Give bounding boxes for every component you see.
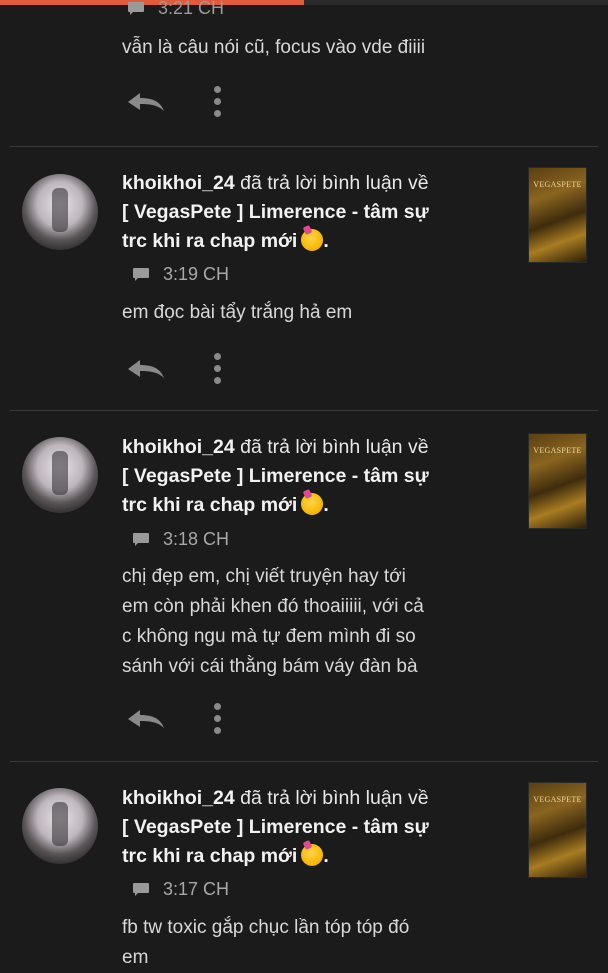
timestamp-row: 3:19 CH (133, 264, 229, 285)
reply-icon[interactable] (126, 708, 166, 730)
action-text: đã trả lời bình luận về (240, 787, 429, 809)
timestamp: 3:19 CH (163, 264, 230, 284)
comment-text: em đọc bài tẩy trắng hả em (122, 298, 522, 328)
comment-actions (126, 86, 222, 117)
username[interactable]: khoikhoi_24 (122, 436, 235, 458)
timestamp: 3:18 CH (163, 529, 230, 549)
notification-headline[interactable]: khoikhoi_24 đã trả lời bình luận về [ Ve… (122, 433, 502, 520)
username[interactable]: khoikhoi_24 (122, 172, 235, 194)
notification-item[interactable]: khoikhoi_24 đã trả lời bình luận về [ Ve… (0, 147, 608, 410)
timestamp: 3:17 CH (163, 879, 230, 899)
story-title[interactable]: [ VegasPete ] Limerence - tâm sự (122, 816, 429, 838)
story-cover-thumbnail[interactable]: VEGASPETE (528, 433, 587, 529)
story-cover-thumbnail[interactable]: VEGASPETE (528, 167, 587, 263)
comment-actions (126, 353, 222, 384)
story-title[interactable]: [ VegasPete ] Limerence - tâm sự (122, 465, 429, 487)
story-cover-thumbnail[interactable]: VEGASPETE (528, 782, 587, 878)
comment-line: em (122, 947, 149, 968)
party-face-emoji (301, 229, 324, 251)
comment-line: c không ngu mà tự đem mình đi so (122, 626, 416, 647)
timestamp: 3:21 CH (158, 0, 225, 18)
story-title-cont[interactable]: trc khi ra chap mới (122, 845, 297, 867)
reply-icon[interactable] (126, 358, 166, 380)
timestamp-row: 3:17 CH (133, 879, 229, 900)
notification-headline[interactable]: khoikhoi_24 đã trả lời bình luận về [ Ve… (122, 169, 502, 256)
comment-text: vẫn là câu nói cũ, focus vào vde điiii (122, 37, 426, 58)
comment-icon (133, 533, 149, 546)
comment-line: em còn phải khen đó thoaiiiii, với cả (122, 596, 424, 617)
reply-icon[interactable] (126, 91, 166, 113)
avatar[interactable] (22, 437, 98, 513)
party-face-emoji (301, 493, 324, 515)
avatar[interactable] (22, 174, 98, 250)
notification-item[interactable]: khoikhoi_24 đã trả lời bình luận về [ Ve… (0, 762, 608, 968)
comment-text: chị đẹp em, chị viết truyện hay tới em c… (122, 562, 522, 682)
comment-icon (128, 2, 144, 15)
timestamp-row: 3:21 CH (128, 0, 224, 19)
comment-icon (133, 268, 149, 281)
username[interactable]: khoikhoi_24 (122, 787, 235, 809)
comment-line: em đọc bài tẩy trắng hả em (122, 302, 353, 323)
comment-line: fb tw toxic gắp chục lần tóp tóp đó (122, 917, 410, 938)
action-text: đã trả lời bình luận về (240, 436, 429, 458)
comment-text: fb tw toxic gắp chục lần tóp tóp đó em (122, 913, 522, 973)
notification-item[interactable]: khoikhoi_24 đã trả lời bình luận về [ Ve… (0, 411, 608, 761)
notification-partial: 3:21 CH vẫn là câu nói cũ, focus vào vde… (0, 0, 608, 145)
comment-actions (126, 703, 222, 734)
more-options-icon[interactable] (212, 703, 222, 734)
avatar[interactable] (22, 788, 98, 864)
comment-icon (133, 883, 149, 896)
comment-line: sánh với cái thằng bám váy đàn bà (122, 656, 418, 677)
party-face-emoji (301, 844, 324, 866)
notification-headline[interactable]: khoikhoi_24 đã trả lời bình luận về [ Ve… (122, 784, 502, 871)
dot: . (323, 230, 329, 252)
comment-line: chị đẹp em, chị viết truyện hay tới (122, 566, 406, 587)
dot: . (323, 845, 329, 867)
story-title-cont[interactable]: trc khi ra chap mới (122, 494, 297, 516)
more-options-icon[interactable] (212, 353, 222, 384)
story-title-cont[interactable]: trc khi ra chap mới (122, 230, 297, 252)
cover-title: VEGASPETE (533, 795, 582, 804)
action-text: đã trả lời bình luận về (240, 172, 429, 194)
timestamp-row: 3:18 CH (133, 529, 229, 550)
more-options-icon[interactable] (212, 86, 222, 117)
dot: . (323, 494, 329, 516)
story-title[interactable]: [ VegasPete ] Limerence - tâm sự (122, 201, 429, 223)
cover-title: VEGASPETE (533, 180, 582, 189)
cover-title: VEGASPETE (533, 446, 582, 455)
